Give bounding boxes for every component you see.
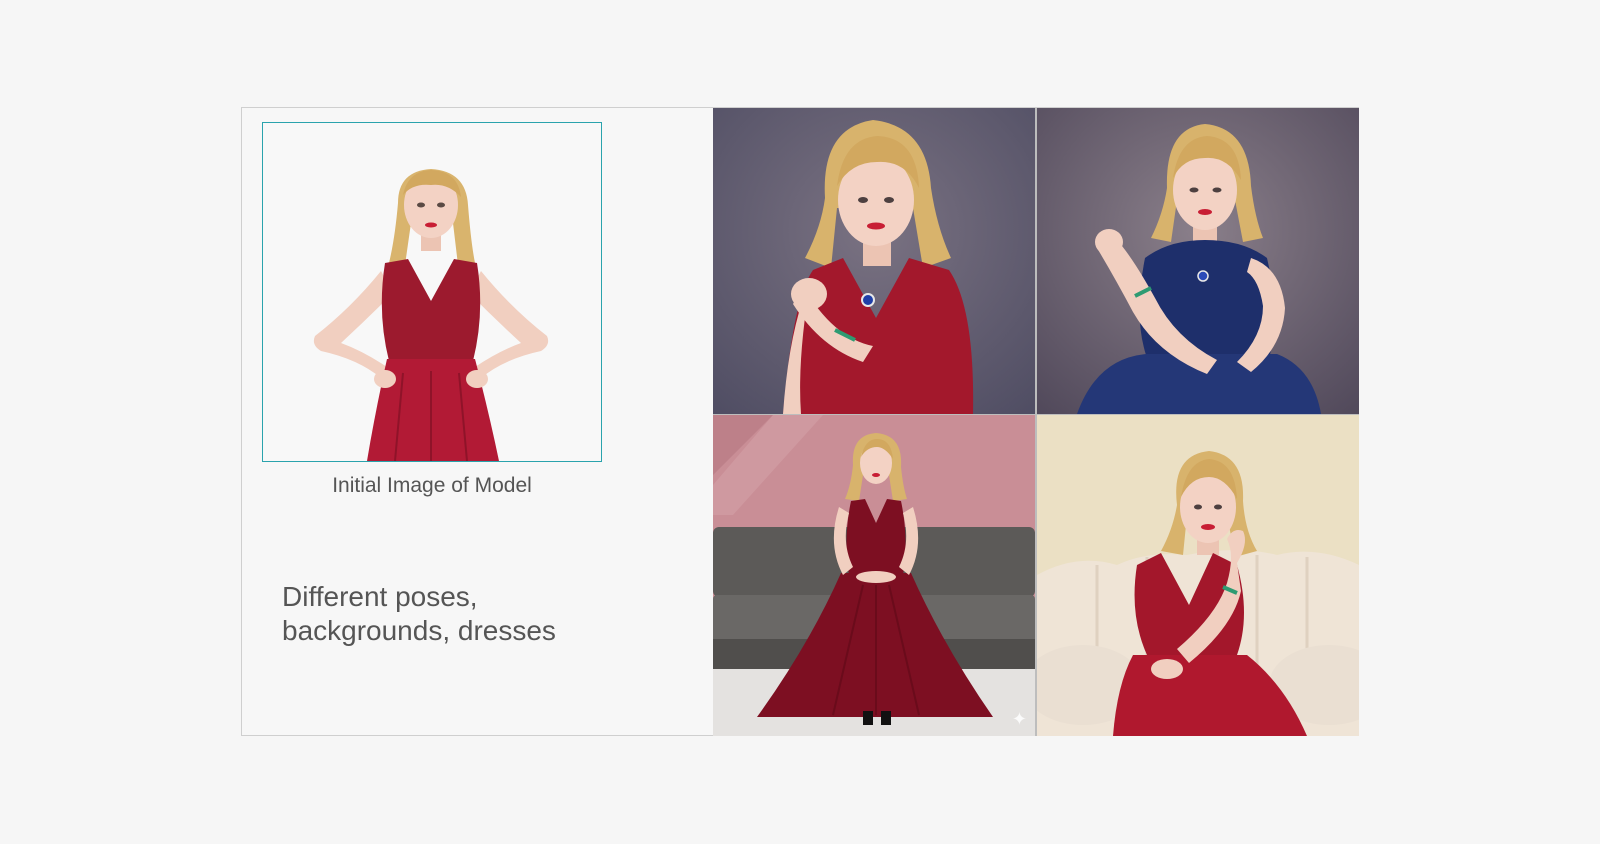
initial-model-image-frame <box>262 122 602 462</box>
description-text: Different poses, backgrounds, dresses <box>282 581 556 646</box>
photo-red-dress-cream-sofa <box>1037 415 1359 736</box>
photo-red-dress-gray-sofa: ✦ <box>713 415 1035 736</box>
initial-model-image <box>263 123 601 461</box>
photo-red-dress-purple-background <box>713 108 1035 414</box>
generated-images-grid: ✦ <box>713 108 1359 736</box>
sparkle-icon: ✦ <box>1011 709 1027 729</box>
slide-canvas: Initial Image of Model Different poses, … <box>241 107 1359 736</box>
photo-navy-dress-purple-background <box>1037 108 1359 414</box>
initial-image-caption: Initial Image of Model <box>332 474 532 497</box>
